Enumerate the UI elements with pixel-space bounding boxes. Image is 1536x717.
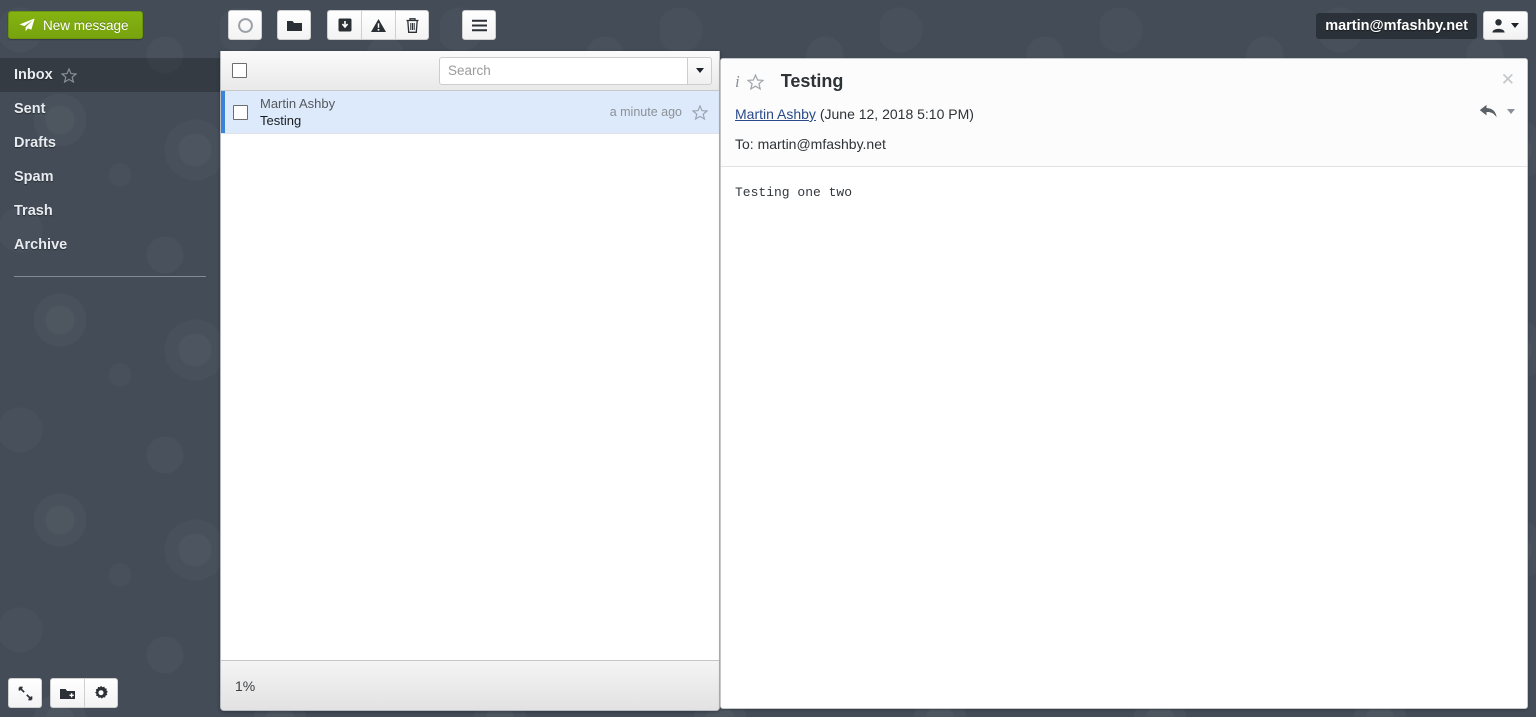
archive-button[interactable] <box>327 10 361 40</box>
menu-button[interactable] <box>462 10 496 40</box>
message-list-item[interactable]: Martin Ashby Testing a minute ago <box>221 91 719 134</box>
folder-button[interactable] <box>277 10 311 40</box>
message-summary: Martin Ashby Testing <box>260 95 336 128</box>
sidebar-item-label: Drafts <box>14 135 56 151</box>
sidebar-item-spam[interactable]: Spam <box>0 160 220 194</box>
gear-icon <box>95 685 108 699</box>
message-sender: Martin Ashby <box>260 95 336 111</box>
trash-icon <box>406 17 418 33</box>
sidebar-divider <box>14 276 206 277</box>
message-date: (June 12, 2018 5:10 PM) <box>819 106 974 122</box>
search-bar <box>439 56 712 85</box>
message-meta: a minute ago <box>609 104 719 120</box>
folder-icon <box>286 20 302 31</box>
search-options-button[interactable] <box>687 56 712 85</box>
top-toolbar: New message martin@mfashby.net <box>0 0 1536 51</box>
message-title: Testing <box>780 71 844 91</box>
message-checkbox[interactable] <box>233 104 248 120</box>
star-icon[interactable] <box>746 73 764 90</box>
message-title-row: i Testing <box>735 71 1513 92</box>
message-subject: Testing <box>260 112 302 128</box>
chevron-down-icon <box>1511 23 1519 28</box>
message-body: Testing one two <box>735 185 853 200</box>
toolbar-group-folder <box>277 10 311 40</box>
new-message-button[interactable]: New message <box>8 11 143 39</box>
user-area: martin@mfashby.net <box>1316 11 1528 40</box>
chevron-down-icon <box>695 68 704 73</box>
settings-button[interactable] <box>84 678 118 708</box>
sidebar-item-archive[interactable]: Archive <box>0 228 220 262</box>
sidebar-item-trash[interactable]: Trash <box>0 194 220 228</box>
sidebar-item-label: Archive <box>14 237 68 253</box>
message-list-panel: Martin Ashby Testing a minute ago 1% <box>220 51 720 711</box>
sidebar-item-label: Sent <box>14 101 46 117</box>
sidebar-item-label: Spam <box>14 169 54 185</box>
collapse-arrows-icon <box>18 686 32 700</box>
refresh-button[interactable] <box>228 10 262 40</box>
sidebar-bottom-group <box>50 678 118 708</box>
message-sender-row: Martin Ashby (June 12, 2018 5:10 PM) <box>735 106 1513 122</box>
message-view-header: i Testing ✕ Martin Ashby (June 12, 2018 … <box>721 59 1527 167</box>
toolbar-group-actions <box>327 10 429 40</box>
new-message-label: New message <box>43 17 129 33</box>
quota-percentage: 1% <box>235 677 256 694</box>
message-view-panel: i Testing ✕ Martin Ashby (June 12, 2018 … <box>720 58 1528 709</box>
folder-add-icon <box>60 688 75 699</box>
star-icon[interactable] <box>692 104 708 120</box>
sidebar-item-drafts[interactable]: Drafts <box>0 126 220 160</box>
user-email-badge: martin@mfashby.net <box>1316 12 1477 39</box>
message-recipient: To: martin@mfashby.net <box>735 136 886 152</box>
delete-button[interactable] <box>395 10 429 40</box>
user-menu-button[interactable] <box>1483 11 1528 40</box>
message-list-header <box>221 51 719 91</box>
sidebar-item-sent[interactable]: Sent <box>0 92 220 126</box>
paper-plane-icon <box>19 18 35 32</box>
close-icon[interactable]: ✕ <box>1501 71 1515 88</box>
spam-button[interactable] <box>361 10 395 40</box>
user-avatar-icon <box>1492 19 1505 33</box>
add-folder-button[interactable] <box>50 678 84 708</box>
collapse-button[interactable] <box>8 678 42 708</box>
list-status-bar: 1% <box>221 660 719 710</box>
toolbar-group-menu <box>462 10 496 40</box>
mail-client-window: New message martin@mfashby.net Inbox Sen… <box>0 0 1536 717</box>
sidebar-bottom-toolbar <box>8 678 118 708</box>
reply-controls <box>1479 103 1515 119</box>
star-icon[interactable] <box>60 67 77 83</box>
sidebar-folder-list: Inbox Sent Drafts Spam Trash Archive <box>0 58 220 277</box>
warning-triangle-icon <box>371 18 386 32</box>
sidebar-item-label: Inbox <box>14 67 53 83</box>
info-icon[interactable]: i <box>735 73 740 90</box>
reply-icon[interactable] <box>1479 103 1498 119</box>
sidebar-item-inbox[interactable]: Inbox <box>0 58 220 92</box>
select-all-checkbox[interactable] <box>232 63 247 78</box>
message-time: a minute ago <box>609 105 682 119</box>
circle-refresh-icon <box>237 17 253 33</box>
search-input[interactable] <box>439 56 688 85</box>
hamburger-menu-icon <box>471 19 487 31</box>
toolbar-group-refresh <box>228 10 262 40</box>
reply-options-chevron-icon[interactable] <box>1507 108 1515 114</box>
archive-box-icon <box>338 18 351 32</box>
sidebar-item-label: Trash <box>14 203 53 219</box>
sender-link[interactable]: Martin Ashby <box>735 106 816 122</box>
